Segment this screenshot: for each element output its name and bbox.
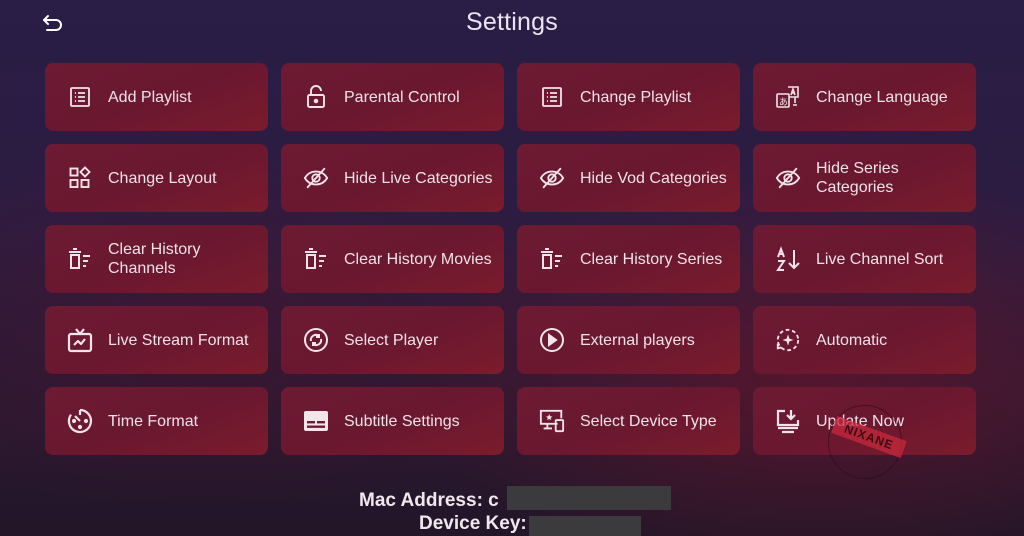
tile-hide-live-categories[interactable]: Hide Live Categories — [281, 144, 504, 212]
devices-icon — [539, 408, 565, 434]
tile-label: Select Device Type — [580, 412, 717, 430]
playlist-icon — [539, 84, 565, 110]
tile-change-layout[interactable]: Change Layout — [45, 144, 268, 212]
tile-automatic[interactable]: Automatic — [753, 306, 976, 374]
tile-label: Hide Live Categories — [344, 169, 493, 187]
tile-change-playlist[interactable]: Change Playlist — [517, 63, 740, 131]
tile-live-channel-sort[interactable]: Live Channel Sort — [753, 225, 976, 293]
tile-label: Hide Vod Categories — [580, 169, 727, 187]
playlist-icon — [67, 84, 93, 110]
download-icon — [775, 408, 801, 434]
page-title: Settings — [466, 8, 558, 36]
svg-text:あ: あ — [779, 97, 788, 108]
delete-list-icon — [539, 246, 565, 272]
mac-address-redacted — [507, 486, 671, 510]
tile-label: Parental Control — [344, 88, 460, 106]
tile-add-playlist[interactable]: Add Playlist — [45, 63, 268, 131]
translate-icon: あ — [775, 84, 801, 110]
tile-select-player[interactable]: Select Player — [281, 306, 504, 374]
tile-label: Automatic — [816, 331, 888, 349]
tile-change-language[interactable]: あ Change Language — [753, 63, 976, 131]
lock-icon — [303, 84, 329, 110]
tile-external-players[interactable]: External players — [517, 306, 740, 374]
tv-icon — [67, 327, 93, 353]
sort-az-icon — [775, 246, 801, 272]
settings-grid: Add Playlist Parental Control Change Pla… — [45, 63, 976, 455]
play-circle-icon — [539, 327, 565, 353]
tile-clear-history-movies[interactable]: Clear History Movies — [281, 225, 504, 293]
eye-off-icon — [775, 165, 801, 191]
tile-label: Select Player — [344, 331, 439, 349]
player-switch-icon — [303, 327, 329, 353]
tile-hide-vod-categories[interactable]: Hide Vod Categories — [517, 144, 740, 212]
tile-label: Live Channel Sort — [816, 250, 944, 268]
layout-icon — [67, 165, 93, 191]
tile-label: Change Layout — [108, 169, 217, 187]
eye-off-icon — [303, 165, 329, 191]
tile-parental-control[interactable]: Parental Control — [281, 63, 504, 131]
tile-label: Time Format — [108, 412, 199, 430]
tile-label: Update Now — [816, 412, 905, 430]
tile-label: Change Playlist — [580, 88, 692, 106]
device-key-label: Device Key: — [419, 513, 527, 534]
tile-label: Live Stream Format — [108, 331, 249, 349]
delete-list-icon — [303, 246, 329, 272]
timer-icon — [67, 408, 93, 434]
tile-label: External players — [580, 331, 695, 349]
mac-address-label: Mac Address: c — [359, 490, 499, 511]
tile-label: Hide Series Categories — [816, 160, 899, 196]
tile-clear-history-channels[interactable]: Clear History Channels — [45, 225, 268, 293]
tile-label: Clear History Movies — [344, 250, 492, 268]
tile-live-stream-format[interactable]: Live Stream Format — [45, 306, 268, 374]
device-key-redacted — [529, 516, 641, 536]
subtitles-icon — [303, 408, 329, 434]
tile-select-device-type[interactable]: Select Device Type — [517, 387, 740, 455]
eye-off-icon — [539, 165, 565, 191]
tile-time-format[interactable]: Time Format — [45, 387, 268, 455]
tile-hide-series-categories[interactable]: Hide Series Categories — [753, 144, 976, 212]
auto-refresh-icon — [775, 327, 801, 353]
tile-label: Clear History Series — [580, 250, 723, 268]
tile-label: Change Language — [816, 88, 948, 106]
delete-list-icon — [67, 246, 93, 272]
tile-update-now[interactable]: Update Now — [753, 387, 976, 455]
tile-clear-history-series[interactable]: Clear History Series — [517, 225, 740, 293]
tile-subtitle-settings[interactable]: Subtitle Settings — [281, 387, 504, 455]
tile-label: Clear History Channels — [108, 241, 201, 277]
tile-label: Add Playlist — [108, 88, 192, 106]
tile-label: Subtitle Settings — [344, 412, 460, 430]
